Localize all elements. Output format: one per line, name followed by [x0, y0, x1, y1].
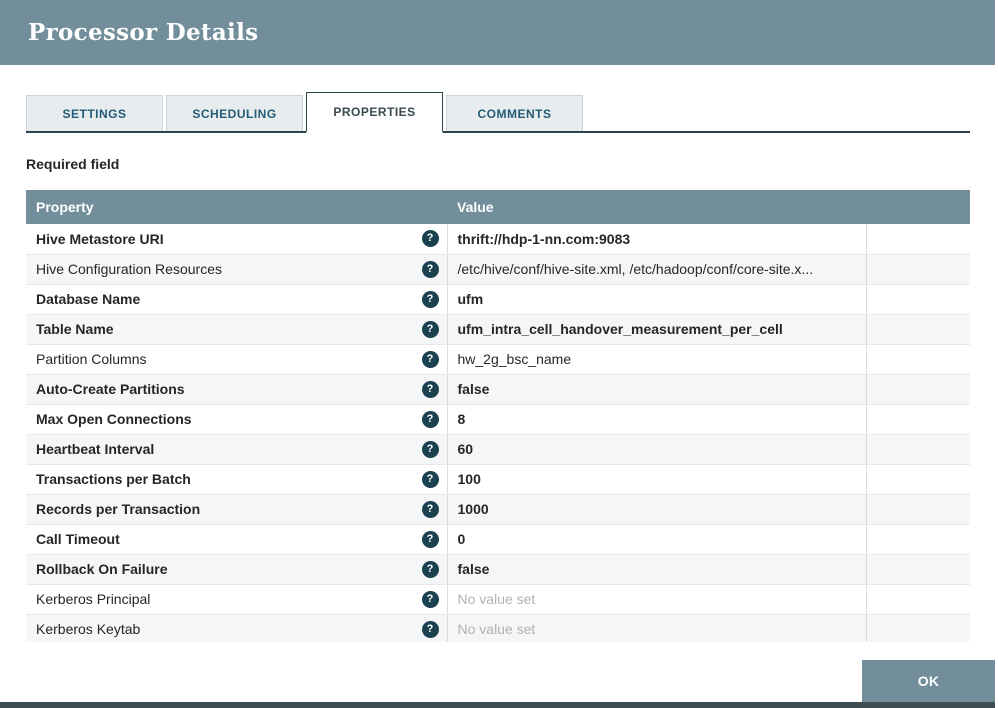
- property-value: 100: [458, 471, 481, 487]
- property-row: Kerberos Keytab ? No value set: [26, 614, 970, 642]
- tab-comments[interactable]: COMMENTS: [446, 95, 583, 131]
- property-row: Database Name ? ufm: [26, 284, 970, 314]
- help-icon[interactable]: ?: [422, 321, 439, 338]
- property-value: hw_2g_bsc_name: [458, 351, 572, 367]
- property-value: /etc/hive/conf/hive-site.xml, /etc/hadoo…: [458, 261, 814, 277]
- column-header-extra: [866, 190, 970, 224]
- empty-cell: [866, 284, 970, 314]
- empty-cell: [866, 614, 970, 642]
- empty-cell: [866, 554, 970, 584]
- property-row: Kerberos Principal ? No value set: [26, 584, 970, 614]
- property-name: Rollback On Failure: [36, 561, 167, 577]
- property-value: ufm: [458, 291, 484, 307]
- property-value: 60: [458, 441, 474, 457]
- property-name: Heartbeat Interval: [36, 441, 154, 457]
- tab-properties[interactable]: PROPERTIES: [306, 92, 443, 133]
- empty-cell: [866, 404, 970, 434]
- help-icon[interactable]: ?: [422, 621, 439, 638]
- property-name: Records per Transaction: [36, 501, 200, 517]
- properties-table: Property Value Hive Metastore URI ? thri…: [26, 190, 970, 642]
- empty-cell: [866, 224, 970, 254]
- dialog-bottom-border: [0, 702, 995, 708]
- property-name: Kerberos Principal: [36, 591, 150, 607]
- property-name: Hive Configuration Resources: [36, 261, 222, 277]
- empty-cell: [866, 254, 970, 284]
- empty-cell: [866, 584, 970, 614]
- property-value: false: [458, 381, 490, 397]
- property-value: No value set: [458, 621, 536, 637]
- properties-table-body: Hive Metastore URI ? thrift://hdp-1-nn.c…: [26, 224, 970, 642]
- tab-bar: SETTINGSSCHEDULINGPROPERTIESCOMMENTS: [26, 92, 970, 133]
- property-row: Table Name ? ufm_intra_cell_handover_mea…: [26, 314, 970, 344]
- empty-cell: [866, 344, 970, 374]
- table-header-row: Property Value: [26, 190, 970, 224]
- help-icon[interactable]: ?: [422, 591, 439, 608]
- property-value: false: [458, 561, 490, 577]
- required-field-note: Required field: [26, 156, 970, 173]
- help-icon[interactable]: ?: [422, 531, 439, 548]
- column-header-value: Value: [447, 190, 866, 224]
- property-value: thrift://hdp-1-nn.com:9083: [458, 231, 631, 247]
- empty-cell: [866, 464, 970, 494]
- property-row: Hive Metastore URI ? thrift://hdp-1-nn.c…: [26, 224, 970, 254]
- empty-cell: [866, 434, 970, 464]
- property-row: Max Open Connections ? 8: [26, 404, 970, 434]
- help-icon[interactable]: ?: [422, 411, 439, 428]
- dialog-header: Processor Details: [0, 0, 995, 65]
- help-icon[interactable]: ?: [422, 261, 439, 278]
- tab-settings[interactable]: SETTINGS: [26, 95, 163, 131]
- help-icon[interactable]: ?: [422, 351, 439, 368]
- empty-cell: [866, 494, 970, 524]
- empty-cell: [866, 374, 970, 404]
- property-row: Partition Columns ? hw_2g_bsc_name: [26, 344, 970, 374]
- help-icon[interactable]: ?: [422, 441, 439, 458]
- property-row: Records per Transaction ? 1000: [26, 494, 970, 524]
- property-name: Auto-Create Partitions: [36, 381, 185, 397]
- tab-scheduling[interactable]: SCHEDULING: [166, 95, 303, 131]
- property-row: Transactions per Batch ? 100: [26, 464, 970, 494]
- dialog-footer: OK: [0, 642, 995, 702]
- property-name: Call Timeout: [36, 531, 120, 547]
- property-row: Hive Configuration Resources ? /etc/hive…: [26, 254, 970, 284]
- property-name: Hive Metastore URI: [36, 231, 164, 247]
- processor-details-dialog: Processor Details SETTINGSSCHEDULINGPROP…: [0, 0, 995, 708]
- dialog-title: Processor Details: [28, 19, 258, 46]
- property-name: Partition Columns: [36, 351, 147, 367]
- property-row: Rollback On Failure ? false: [26, 554, 970, 584]
- property-value: 1000: [458, 501, 489, 517]
- property-value: 0: [458, 531, 466, 547]
- properties-scroll-area[interactable]: Property Value Hive Metastore URI ? thri…: [26, 190, 970, 642]
- property-value: No value set: [458, 591, 536, 607]
- property-row: Call Timeout ? 0: [26, 524, 970, 554]
- help-icon[interactable]: ?: [422, 291, 439, 308]
- property-name: Database Name: [36, 291, 140, 307]
- dialog-content: SETTINGSSCHEDULINGPROPERTIESCOMMENTS Req…: [0, 65, 995, 642]
- help-icon[interactable]: ?: [422, 230, 439, 247]
- ok-button[interactable]: OK: [862, 660, 995, 702]
- property-value: ufm_intra_cell_handover_measurement_per_…: [458, 321, 783, 337]
- empty-cell: [866, 524, 970, 554]
- help-icon[interactable]: ?: [422, 381, 439, 398]
- help-icon[interactable]: ?: [422, 561, 439, 578]
- property-name: Transactions per Batch: [36, 471, 191, 487]
- property-value: 8: [458, 411, 466, 427]
- property-name: Table Name: [36, 321, 114, 337]
- help-icon[interactable]: ?: [422, 471, 439, 488]
- property-row: Heartbeat Interval ? 60: [26, 434, 970, 464]
- empty-cell: [866, 314, 970, 344]
- property-row: Auto-Create Partitions ? false: [26, 374, 970, 404]
- property-name: Kerberos Keytab: [36, 621, 140, 637]
- column-header-property: Property: [26, 190, 447, 224]
- help-icon[interactable]: ?: [422, 501, 439, 518]
- property-name: Max Open Connections: [36, 411, 192, 427]
